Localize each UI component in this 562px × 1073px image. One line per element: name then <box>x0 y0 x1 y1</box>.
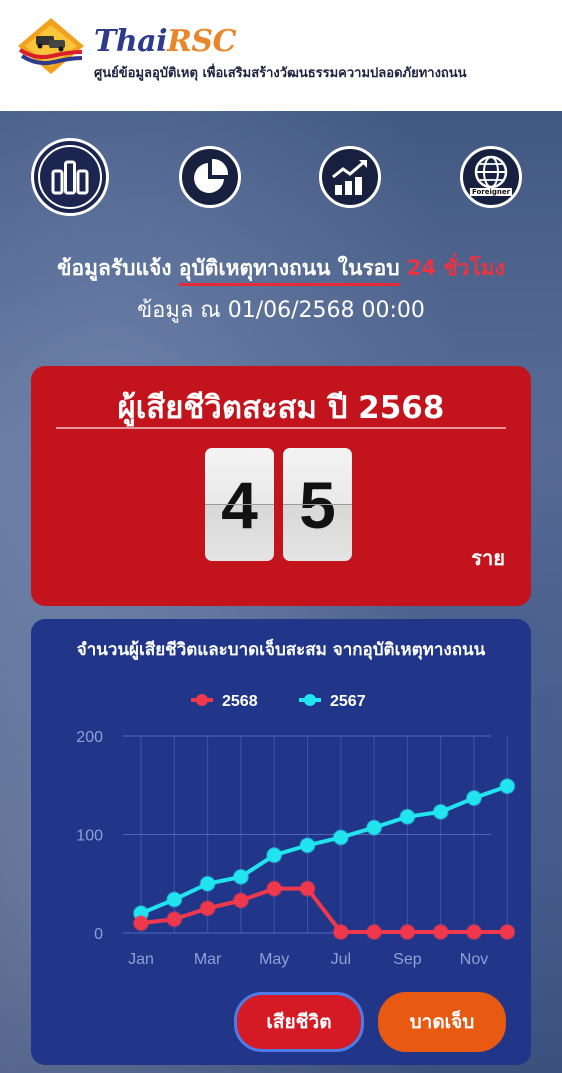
data-point-2568 <box>266 880 283 897</box>
data-point-2568 <box>466 924 482 941</box>
data-point-2567 <box>432 803 449 820</box>
cumulative-chart-card: จำนวนผู้เสียชีวิตและบาดเจ็บสะสม จากอุบัต… <box>31 619 531 1065</box>
pie-chart-icon <box>194 158 229 193</box>
data-point-2567 <box>166 891 183 908</box>
info-timestamp: ข้อมูล ณ 01/06/2568 00:00 <box>137 298 425 323</box>
data-point-2567 <box>399 808 416 825</box>
x-tick-label: Sep <box>393 951 422 968</box>
x-tick-label: Jul <box>331 951 351 968</box>
death-card-title: ผู้เสียชีวิตสะสม ปี 2568 <box>117 390 445 426</box>
x-tick-label: Nov <box>460 951 488 968</box>
deaths-toggle-button[interactable]: เสียชีวิต <box>234 992 364 1052</box>
death-unit-label: ราย <box>471 546 505 570</box>
nav-bar-chart-button[interactable] <box>31 138 109 216</box>
data-point-2568 <box>232 892 249 909</box>
site-header: ThaiRSC ศูนย์ข้อมูลอุบัติเหตุ เพื่อเสริม… <box>0 0 562 111</box>
data-point-2567 <box>299 837 316 854</box>
nav-foreigner-button[interactable]: Foreigner <box>460 146 522 208</box>
info-highlight: อุบัติเหตุทางถนน ในรอบ <box>178 256 400 286</box>
data-point-2568 <box>366 924 383 941</box>
data-point-2568 <box>199 900 216 917</box>
data-point-2567 <box>232 868 249 885</box>
x-tick-label: Mar <box>194 951 222 968</box>
data-point-2568 <box>166 911 183 928</box>
legend-label-2567: 2567 <box>330 693 366 710</box>
globe-icon <box>474 155 508 189</box>
data-point-2568 <box>499 924 516 941</box>
site-title: ThaiRSC <box>94 24 236 59</box>
thairsc-logo-icon[interactable] <box>16 16 86 76</box>
site-subtitle: ศูนย์ข้อมูลอุบัติเหตุ เพื่อเสริมสร้างวัฒ… <box>94 66 467 81</box>
foreigner-label: Foreigner <box>469 188 513 196</box>
y-tick-label: 100 <box>76 828 103 845</box>
nav-growth-chart-button[interactable] <box>319 146 381 208</box>
title-rsc: RSC <box>166 24 236 59</box>
data-point-2568 <box>299 880 316 897</box>
x-tick-label: May <box>259 951 289 968</box>
nav-pie-chart-button[interactable] <box>179 146 241 208</box>
y-tick-label: 200 <box>76 729 103 746</box>
y-tick-label: 0 <box>94 926 103 943</box>
series-line-2567 <box>140 784 508 916</box>
data-point-2567 <box>199 875 216 892</box>
growth-chart-icon <box>332 160 367 195</box>
data-point-2567 <box>466 790 482 807</box>
cumulative-deaths-card: ผู้เสียชีวิตสะสม ปี 2568 4 5 ราย <box>31 366 531 606</box>
series-line-2568 <box>140 886 508 935</box>
data-point-2567 <box>366 819 383 836</box>
legend-marker-2567 <box>304 694 316 706</box>
death-count-digit-1: 4 <box>205 448 274 561</box>
death-card-divider <box>56 427 506 429</box>
injuries-toggle-button[interactable]: บาดเจ็บ <box>378 992 506 1052</box>
info-period: 24 ชั่วโมง <box>406 256 505 280</box>
data-point-2567 <box>332 829 349 846</box>
data-point-2567 <box>266 847 283 864</box>
death-count-digit-2: 5 <box>283 448 352 561</box>
info-heading: ข้อมูลรับแจ้ง อุบัติเหตุทางถนน ในรอบ 24 … <box>0 252 562 286</box>
bar-chart-icon <box>51 160 89 195</box>
title-thai: Thai <box>94 24 167 59</box>
x-tick-label: Jan <box>128 951 154 968</box>
data-point-2567 <box>499 778 516 795</box>
info-prefix: ข้อมูลรับแจ้ง <box>57 256 172 280</box>
legend-label-2568: 2568 <box>222 693 258 710</box>
data-point-2568 <box>332 924 349 941</box>
data-point-2568 <box>133 915 149 932</box>
data-point-2568 <box>432 924 449 941</box>
data-point-2568 <box>399 924 416 941</box>
legend-marker-2568 <box>196 694 208 706</box>
